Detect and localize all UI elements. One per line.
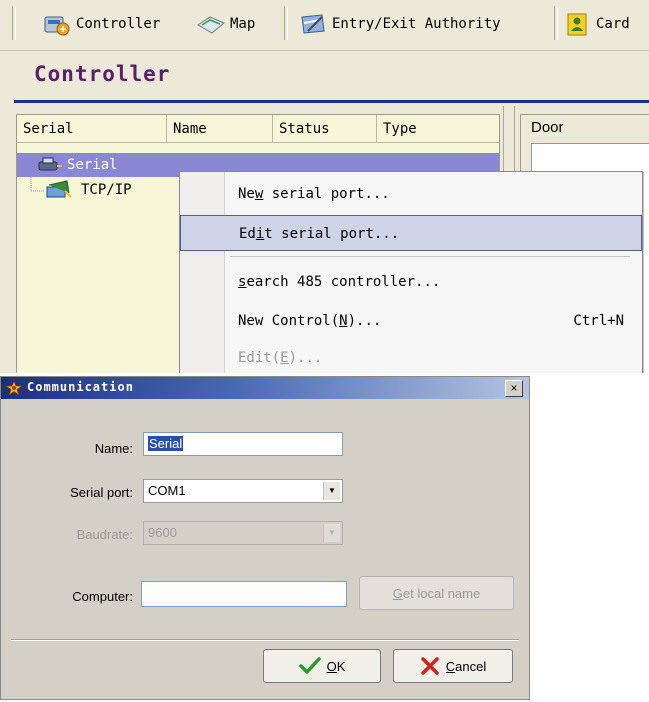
baudrate-dropdown: 9600 ▼ bbox=[143, 521, 343, 545]
map-icon bbox=[197, 16, 225, 34]
menu-item-new-control[interactable]: New Control(N)... Ctrl+N bbox=[180, 303, 642, 339]
toolbar-separator bbox=[554, 6, 558, 40]
chevron-down-icon[interactable]: ▼ bbox=[323, 482, 340, 500]
dialog-separator bbox=[11, 639, 519, 641]
controller-icon bbox=[44, 16, 70, 36]
menu-shortcut: Ctrl+N bbox=[573, 313, 624, 329]
column-header-name[interactable]: Name bbox=[167, 115, 273, 143]
toolbar-card-label: Card bbox=[596, 16, 630, 32]
page-heading: Controller bbox=[14, 56, 649, 103]
name-field-value: Serial bbox=[148, 436, 184, 451]
app-icon bbox=[5, 380, 23, 396]
menu-accelerator: E bbox=[280, 350, 289, 366]
menu-label: Edit( bbox=[238, 350, 281, 366]
controller-window: Controller Map Entry/Exit Authority Card… bbox=[0, 0, 649, 373]
menu-label: )... bbox=[288, 350, 323, 366]
card-icon bbox=[567, 13, 587, 36]
serial-port-icon bbox=[38, 157, 62, 171]
tree-item-label: Serial bbox=[67, 157, 118, 173]
cross-icon bbox=[421, 657, 439, 675]
button-label: ancel bbox=[455, 658, 487, 674]
serial-port-value: COM1 bbox=[148, 483, 186, 498]
menu-item-edit-serial-port[interactable]: Edit serial port... bbox=[180, 215, 642, 251]
toolbar-separator bbox=[284, 6, 288, 40]
baudrate-label: Baudrate: bbox=[76, 527, 133, 542]
menu-label: Ne bbox=[238, 186, 255, 202]
button-label: et local name bbox=[402, 585, 481, 601]
network-icon bbox=[46, 180, 72, 198]
toolbar-separator bbox=[12, 6, 16, 40]
button-label: K bbox=[336, 658, 346, 674]
menu-label: Ed bbox=[239, 226, 256, 242]
close-button[interactable]: × bbox=[505, 380, 523, 397]
menu-label: )... bbox=[347, 313, 382, 329]
button-accelerator: O bbox=[326, 658, 337, 674]
page-title: Controller bbox=[34, 62, 171, 86]
toolbar-authority-button[interactable]: Entry/Exit Authority bbox=[298, 8, 501, 40]
door-header: Door bbox=[531, 119, 564, 136]
chevron-down-icon: ▼ bbox=[323, 524, 340, 542]
menu-item-edit: Edit(E)... bbox=[180, 340, 642, 373]
serial-port-dropdown[interactable]: COM1 ▼ bbox=[143, 479, 343, 503]
column-header-serial[interactable]: Serial bbox=[17, 115, 167, 143]
tree-item-label: TCP/IP bbox=[81, 182, 132, 198]
dialog-title: Communication bbox=[27, 380, 134, 394]
toolbar-authority-label: Entry/Exit Authority bbox=[332, 16, 501, 32]
computer-label: Computer: bbox=[72, 589, 133, 604]
toolbar-controller-label: Controller bbox=[76, 16, 161, 32]
dialog-titlebar[interactable]: Communication × bbox=[1, 377, 529, 399]
menu-label: t serial port... bbox=[264, 226, 400, 242]
menu-item-new-serial-port[interactable]: New serial port... bbox=[180, 176, 642, 212]
checkmark-icon bbox=[298, 657, 321, 674]
context-menu: New serial port... Edit serial port... s… bbox=[179, 171, 643, 373]
toolbar-controller-button[interactable]: Controller bbox=[42, 8, 160, 40]
ok-button[interactable]: OK bbox=[263, 649, 381, 683]
serial-port-label: Serial port: bbox=[70, 485, 133, 500]
baudrate-value: 9600 bbox=[148, 525, 177, 540]
column-header-status[interactable]: Status bbox=[273, 115, 377, 143]
toolbar-map-button[interactable]: Map bbox=[196, 8, 255, 40]
communication-dialog: Communication × Name: Serial Serial port… bbox=[0, 376, 530, 700]
column-header-type[interactable]: Type bbox=[377, 115, 499, 143]
button-accelerator: C bbox=[445, 658, 456, 674]
menu-separator bbox=[230, 256, 630, 257]
close-icon: × bbox=[510, 381, 518, 395]
name-label: Name: bbox=[94, 441, 133, 456]
computer-field[interactable] bbox=[141, 581, 347, 607]
toolbar-card-button[interactable]: Card bbox=[564, 8, 630, 40]
authority-icon bbox=[301, 14, 325, 34]
menu-label: serial port... bbox=[263, 186, 390, 202]
menu-accelerator: N bbox=[339, 313, 348, 329]
toolbar-map-label: Map bbox=[230, 16, 256, 32]
name-field[interactable]: Serial bbox=[143, 432, 343, 456]
menu-item-search-485-controller[interactable]: search 485 controller... bbox=[180, 264, 642, 300]
menu-label: earch 485 controller... bbox=[246, 274, 441, 290]
cancel-button[interactable]: Cancel bbox=[393, 649, 513, 683]
menu-label: New Control( bbox=[238, 313, 340, 329]
toolbar: Controller Map Entry/Exit Authority Card bbox=[0, 0, 649, 51]
get-local-name-button: Get local name bbox=[359, 576, 514, 610]
button-accelerator: G bbox=[392, 585, 403, 601]
